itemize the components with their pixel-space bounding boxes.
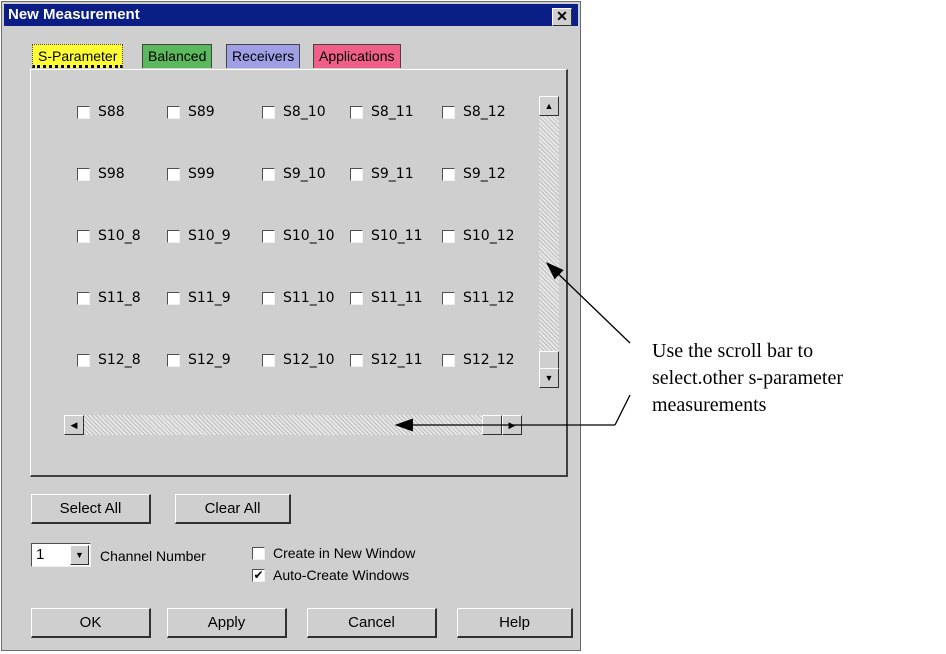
annotation-line: measurements: [652, 394, 767, 416]
scroll-annotation: Use the scroll bar to select.other s-par…: [652, 338, 843, 419]
annotation-line: Use the scroll bar to: [652, 340, 814, 362]
annotation-line: select.other s-parameter: [652, 367, 844, 389]
arrow-to-vertical-scrollbar: [546, 262, 631, 344]
callout-arrows: [394, 262, 631, 432]
arrow-connector: [614, 394, 631, 426]
